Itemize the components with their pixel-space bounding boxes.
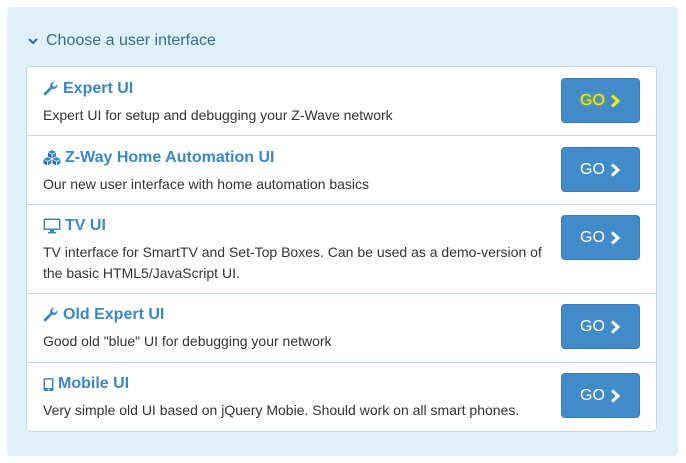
z-way-home-automation-ui-description: Our new user interface with home automat… [43, 176, 370, 192]
old-expert-ui-description: Good old "blue" UI for debugging your ne… [43, 333, 332, 349]
list-item-expert-ui: Expert UI Expert UI for setup and debugg… [27, 67, 656, 136]
cubes-icon [43, 150, 61, 166]
panel-header[interactable]: Choose a user interface [26, 29, 216, 53]
expert-ui-link[interactable]: Expert UI [43, 80, 133, 98]
expert-ui-go-button[interactable]: GO [561, 78, 640, 123]
chevron-right-icon [610, 388, 621, 403]
chevron-right-icon [610, 230, 621, 245]
tv-ui-link[interactable]: TV UI [43, 217, 106, 235]
old-expert-ui-link[interactable]: Old Expert UI [43, 306, 164, 324]
tv-ui-go-button[interactable]: GO [561, 215, 640, 260]
wrench-icon [43, 81, 59, 97]
tv-ui-description: TV interface for SmartTV and Set-Top Box… [43, 244, 542, 281]
z-way-home-automation-ui-go-button[interactable]: GO [561, 147, 640, 192]
list-item-mobile-ui: Mobile UI Very simple old UI based on jQ… [27, 363, 656, 431]
mobile-ui-link[interactable]: Mobile UI [43, 375, 129, 393]
monitor-icon [43, 218, 61, 234]
old-expert-ui-go-button[interactable]: GO [561, 304, 640, 349]
ui-list: Expert UI Expert UI for setup and debugg… [26, 66, 657, 432]
list-item-z-way-home-automation-ui: Z-Way Home Automation UI Our new user in… [27, 136, 656, 205]
expert-ui-description: Expert UI for setup and debugging your Z… [43, 107, 393, 123]
panel-header-label: Choose a user interface [46, 32, 216, 49]
list-item-tv-ui: TV UI TV interface for SmartTV and Set-T… [27, 205, 656, 294]
list-item-old-expert-ui: Old Expert UI Good old "blue" UI for deb… [27, 294, 656, 363]
chevron-right-icon [610, 319, 621, 334]
chevron-right-icon [610, 93, 621, 108]
wrench-icon [43, 307, 59, 323]
chevron-down-icon [28, 38, 38, 45]
mobile-ui-go-button[interactable]: GO [561, 373, 640, 418]
mobile-phone-icon [43, 376, 54, 392]
chevron-right-icon [610, 162, 621, 177]
mobile-ui-description: Very simple old UI based on jQuery Mobie… [43, 402, 520, 418]
z-way-home-automation-ui-link[interactable]: Z-Way Home Automation UI [43, 149, 274, 167]
